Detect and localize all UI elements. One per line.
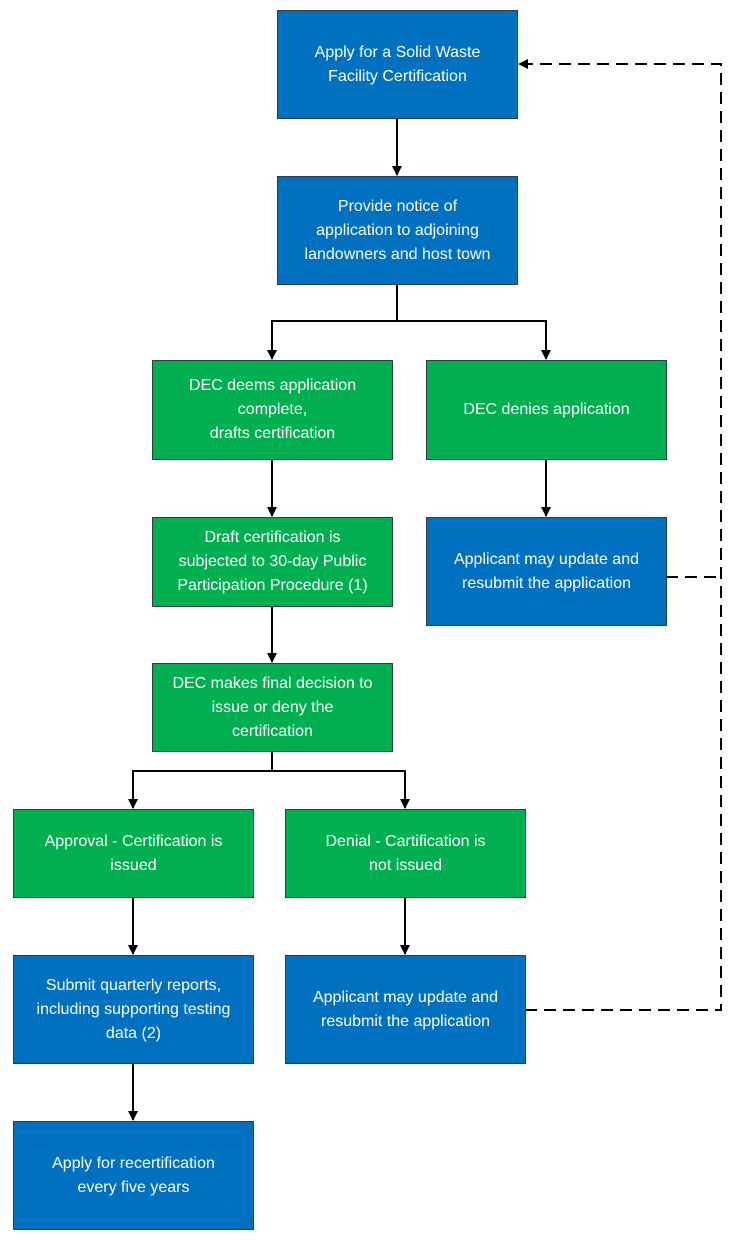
node-final: DEC makes final decision to issue or den… <box>152 663 393 752</box>
node-notice: Provide notice of application to adjoini… <box>277 176 518 285</box>
node-approval: Approval - Certification is issued <box>13 809 254 898</box>
node-complete: DEC deems application complete, drafts c… <box>152 360 393 460</box>
node-denial: Denial - Cartification is not issued <box>285 809 526 898</box>
node-draft: Draft certification is subjected to 30-d… <box>152 517 393 607</box>
node-apply: Apply for a Solid Waste Facility Certifi… <box>277 10 518 119</box>
arrow-final-split <box>133 751 405 772</box>
node-quarterly: Submit quarterly reports, including supp… <box>13 955 254 1064</box>
node-denies: DEC denies application <box>426 360 667 460</box>
node-resubmit-2: Applicant may update and resubmit the ap… <box>285 955 526 1064</box>
arrow-notice-split <box>272 284 546 322</box>
node-resubmit-1: Applicant may update and resubmit the ap… <box>426 517 667 626</box>
node-recert: Apply for recertification every five yea… <box>13 1121 254 1230</box>
